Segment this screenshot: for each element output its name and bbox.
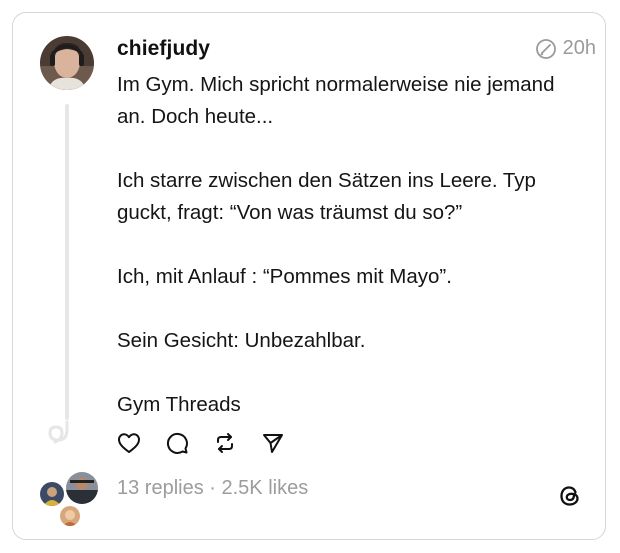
action-bar [116,430,286,456]
post-time: 20h [562,37,596,59]
post-paragraph: Sein Gesicht: Unbezahlbar. [117,329,366,352]
share-button[interactable] [260,430,286,456]
send-icon [263,434,283,453]
post-paragraph: Gym Threads [117,393,241,416]
like-button[interactable] [116,430,142,456]
thread-line [65,104,69,420]
threads-logo-icon[interactable] [556,482,584,510]
repost-icon [217,433,233,453]
post-meta: 20h [535,37,596,60]
heart-icon [118,433,140,453]
reply-avatar [38,480,66,508]
post-paragraph: Ich, mit Anlauf : “Pommes mit Mayo”. [117,265,452,288]
comment-button[interactable] [164,430,190,456]
comment-icon [166,432,188,454]
post-paragraph: Im Gym. Mich spricht normalerweise nie j… [117,73,555,128]
repost-button[interactable] [212,430,238,456]
thread-curl-icon [48,420,69,444]
post-body: Im Gym. Mich spricht normalerweise nie j… [117,69,587,421]
username[interactable]: chiefjudy [117,37,210,61]
reply-avatar [64,470,100,506]
reply-avatars[interactable] [36,470,100,528]
post-paragraph: Ich starre zwischen den Sätzen ins Leere… [117,169,536,224]
reply-avatar [58,504,82,528]
edited-icon [535,38,556,59]
post-stats[interactable]: 13 replies · 2.5K likes [117,477,308,500]
user-avatar[interactable] [40,36,94,90]
